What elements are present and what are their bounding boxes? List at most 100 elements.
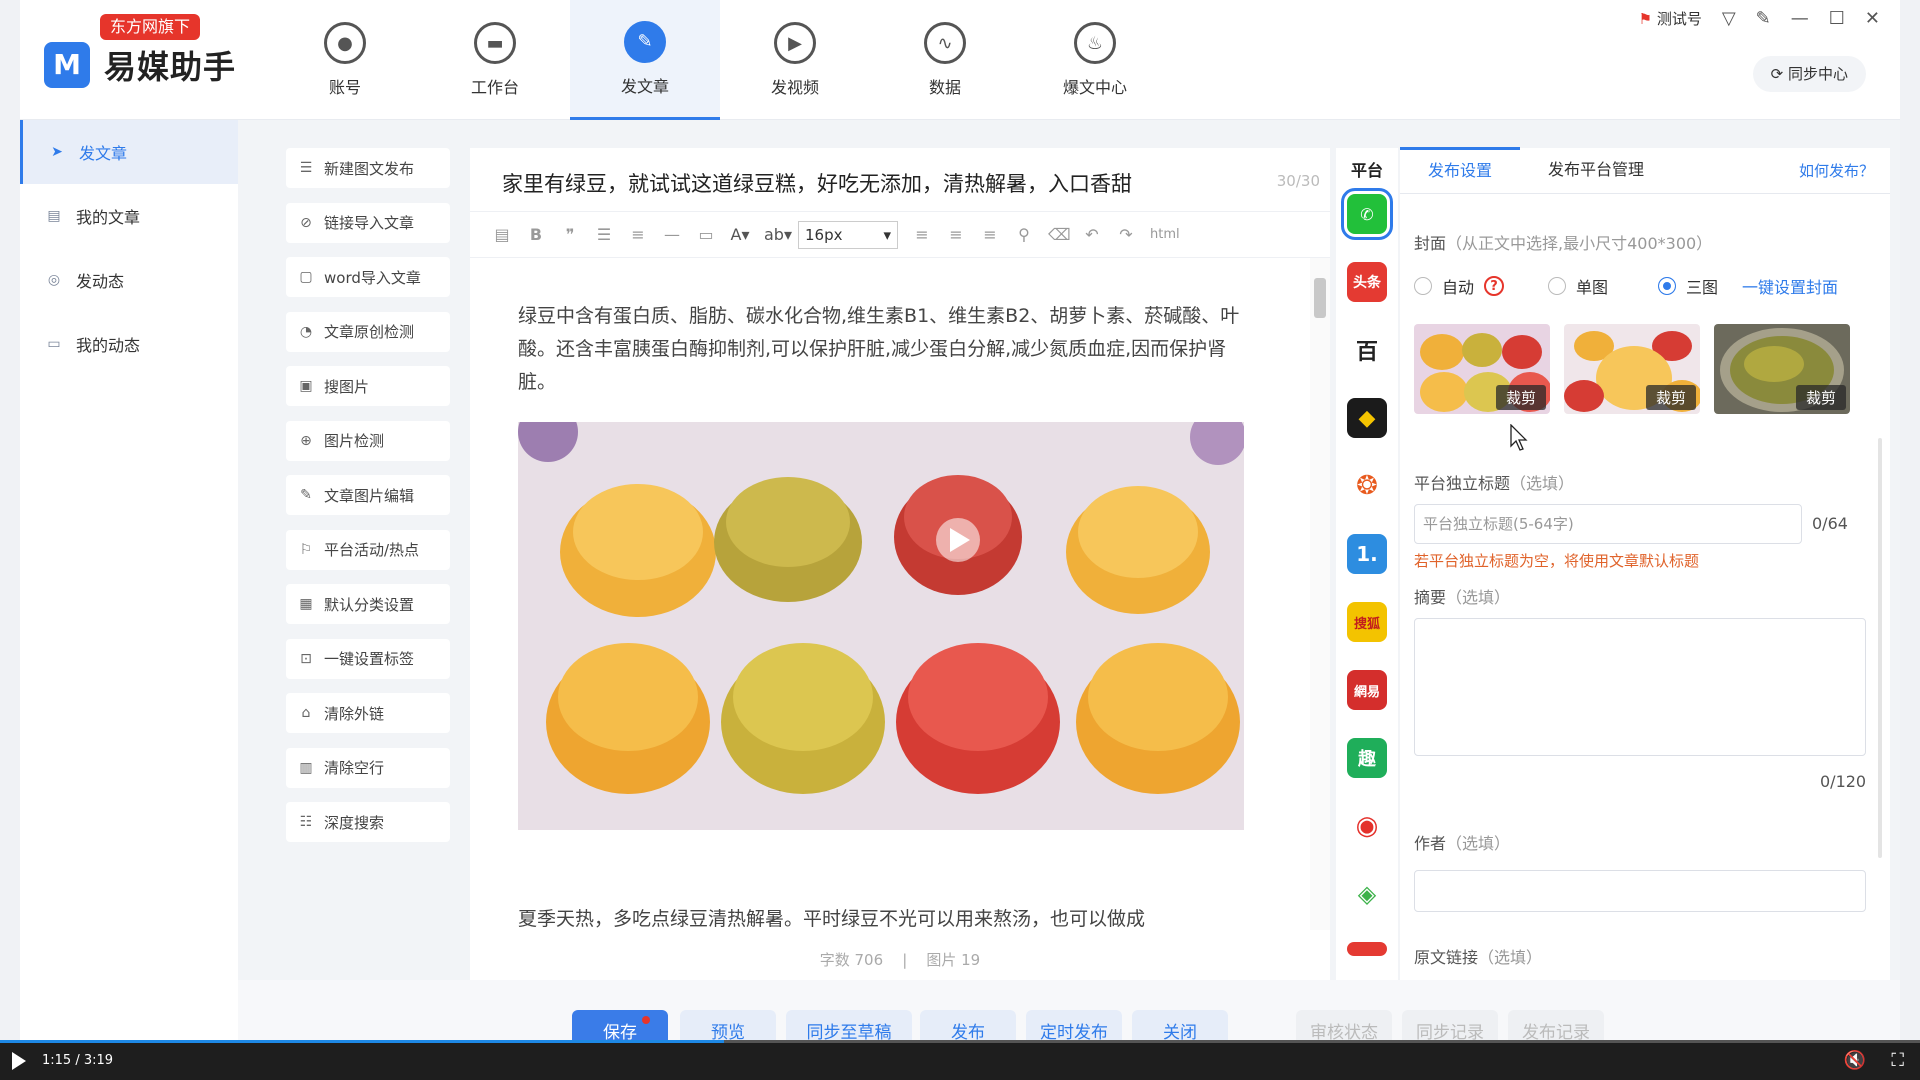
help-link[interactable]: 如何发布？ (1799, 160, 1874, 181)
tab-publish-settings[interactable]: 发布设置 (1400, 147, 1521, 193)
unordered-list-icon[interactable]: ≡ (628, 225, 648, 244)
nav-hot-articles[interactable]: ♨ 爆文中心 (1020, 0, 1170, 120)
eraser-icon[interactable]: ⌫ (1048, 225, 1071, 244)
publish-button[interactable]: 发布 (920, 1010, 1016, 1040)
author-input[interactable] (1414, 870, 1866, 912)
crop-button[interactable]: 裁剪 (1645, 385, 1696, 410)
nav-post-video[interactable]: ▶ 发视频 (720, 0, 870, 120)
logo-badge: 东方网旗下 (100, 14, 201, 40)
tool-image-check[interactable]: ⊕ 图片检测 (286, 420, 450, 461)
close-icon[interactable]: ✕ (1865, 8, 1880, 29)
baidu-icon[interactable]: 百 (1347, 330, 1387, 370)
schedule-publish-button[interactable]: 定时发布 (1026, 1010, 1122, 1040)
tool-link-import[interactable]: ⊘ 链接导入文章 (286, 202, 450, 243)
maximize-icon[interactable]: ☐ (1829, 8, 1845, 29)
title-label-text: 平台独立标题 (1414, 474, 1511, 493)
more-icon[interactable] (1347, 942, 1387, 956)
iqiyi-icon[interactable]: ◈ (1347, 874, 1387, 914)
radio-auto[interactable] (1414, 277, 1432, 295)
crop-button[interactable]: 裁剪 (1795, 385, 1846, 410)
yidian-icon[interactable]: 1. (1347, 534, 1387, 574)
highlight-icon[interactable]: ab▾ (764, 225, 792, 244)
cover-image[interactable]: 裁剪 (1714, 324, 1850, 414)
help-icon[interactable]: ? (1484, 276, 1505, 296)
minimize-icon[interactable]: — (1791, 8, 1809, 29)
tool-set-tags[interactable]: ⊡ 一键设置标签 (286, 638, 450, 679)
publish-log-button[interactable]: 发布记录 (1508, 1010, 1604, 1040)
radio-triple[interactable] (1658, 277, 1677, 295)
align-center-icon[interactable]: ≡ (946, 225, 966, 244)
filter-icon[interactable]: ▽ (1722, 8, 1736, 29)
align-right-icon[interactable]: ≡ (980, 225, 1000, 244)
radio-single[interactable] (1548, 277, 1567, 295)
sidebar-item-post-status[interactable]: ◎ 发动态 (20, 248, 238, 312)
scrollbar-thumb[interactable] (1314, 278, 1326, 318)
article-title-input[interactable]: 家里有绿豆，就试试这道绿豆糕，好吃无添加，清热解暑，入口香甜 (502, 168, 1132, 198)
nav-account[interactable]: ● 账号 (270, 0, 420, 120)
quote-icon[interactable]: ❞ (560, 225, 580, 244)
sidebar-item-my-status[interactable]: ▭ 我的动态 (20, 312, 238, 376)
toutiao-icon[interactable]: 头条 (1347, 262, 1387, 302)
bold-icon[interactable]: B (526, 225, 546, 244)
tool-platform-events[interactable]: ⚐ 平台活动/热点 (286, 529, 450, 570)
sync-log-button[interactable]: 同步记录 (1402, 1010, 1498, 1040)
dayu-icon[interactable]: ❂ (1347, 466, 1387, 506)
find-icon[interactable]: ⚲ (1014, 225, 1034, 244)
nav-workbench[interactable]: ▬ 工作台 (420, 0, 570, 120)
weibo-icon[interactable]: ◉ (1347, 806, 1387, 846)
undo-icon[interactable]: ↶ (1082, 225, 1102, 244)
font-size-select[interactable]: 16px ▾ (798, 220, 898, 249)
tab-platform-management[interactable]: 发布平台管理 (1520, 147, 1672, 193)
settings-scrollbar[interactable] (1878, 438, 1882, 858)
tool-default-category[interactable]: ▦ 默认分类设置 (286, 584, 450, 624)
tool-deep-search[interactable]: ☷ 深度搜索 (286, 802, 450, 842)
close-button[interactable]: 关闭 (1132, 1010, 1228, 1040)
tool-image-edit[interactable]: ✎ 文章图片编辑 (286, 475, 450, 515)
crop-button[interactable]: 裁剪 (1495, 385, 1546, 410)
sync-center-button[interactable]: ⟳ 同步中心 (1752, 56, 1866, 92)
cover-image[interactable]: 裁剪 (1564, 324, 1700, 414)
app-name: 易媒助手 (104, 48, 237, 86)
summary-textarea[interactable] (1414, 618, 1866, 756)
netease-icon[interactable]: 網易 (1347, 670, 1387, 710)
qq-icon[interactable]: ◆ (1347, 398, 1387, 438)
font-color-icon[interactable]: A▾ (730, 225, 750, 244)
html-source-button[interactable]: html (1150, 227, 1180, 242)
tool-word-import[interactable]: ▢ word导入文章 (286, 257, 450, 297)
one-click-cover-link[interactable]: 一键设置封面 (1742, 274, 1838, 298)
qutoutiao-icon[interactable]: 趣 (1347, 738, 1387, 778)
horizontal-rule-icon[interactable]: — (662, 225, 682, 244)
sidebar-item-post-article[interactable]: ➤ 发文章 (20, 120, 238, 184)
nav-post-article[interactable]: ✎ 发文章 (570, 0, 720, 120)
article-image[interactable] (518, 422, 1244, 830)
tool-new-article[interactable]: ☰ 新建图文发布 (286, 148, 450, 188)
save-label: 保存 (603, 1023, 637, 1040)
editor-content[interactable]: 绿豆中含有蛋白质、脂肪、碳水化合物,维生素B1、维生素B2、胡萝卜素、菸碱酸、叶… (470, 258, 1310, 930)
insert-image-icon[interactable]: ▭ (696, 225, 716, 244)
cover-image[interactable]: 裁剪 (1414, 324, 1550, 414)
tool-originality-check[interactable]: ◔ 文章原创检测 (286, 311, 450, 352)
sidebar-item-my-articles[interactable]: ▤ 我的文章 (20, 184, 238, 248)
mute-icon[interactable]: 🔇 (1844, 1050, 1866, 1071)
sync-draft-button[interactable]: 同步至草稿 (786, 1010, 912, 1040)
account-switch[interactable]: ⚑ 测试号 (1639, 8, 1702, 29)
external-edit-icon[interactable]: ✎ (1756, 8, 1771, 29)
fullscreen-icon[interactable]: ⛶ (1891, 1050, 1904, 1071)
redo-icon[interactable]: ↷ (1116, 225, 1136, 244)
video-progress[interactable] (0, 1040, 1920, 1043)
heading-icon[interactable]: ▤ (492, 225, 512, 244)
preview-button[interactable]: 预览 (680, 1010, 776, 1040)
align-left-icon[interactable]: ≡ (912, 225, 932, 244)
tool-clear-blank-lines[interactable]: ▥ 清除空行 (286, 747, 450, 788)
tool-image-search[interactable]: ▣ 搜图片 (286, 366, 450, 406)
editor-scrollbar[interactable] (1310, 258, 1330, 930)
play-icon[interactable] (12, 1052, 26, 1070)
save-button[interactable]: 保存 (572, 1010, 668, 1040)
review-status-button[interactable]: 审核状态 (1296, 1010, 1392, 1040)
wechat-icon[interactable]: ✆ (1341, 188, 1393, 240)
nav-data[interactable]: ∿ 数据 (870, 0, 1020, 120)
sohu-icon[interactable]: 搜狐 (1347, 602, 1387, 642)
tool-clear-links[interactable]: ⌂ 清除外链 (286, 693, 450, 733)
independent-title-input[interactable]: 平台独立标题(5-64字) (1414, 504, 1802, 544)
ordered-list-icon[interactable]: ☰ (594, 225, 614, 244)
